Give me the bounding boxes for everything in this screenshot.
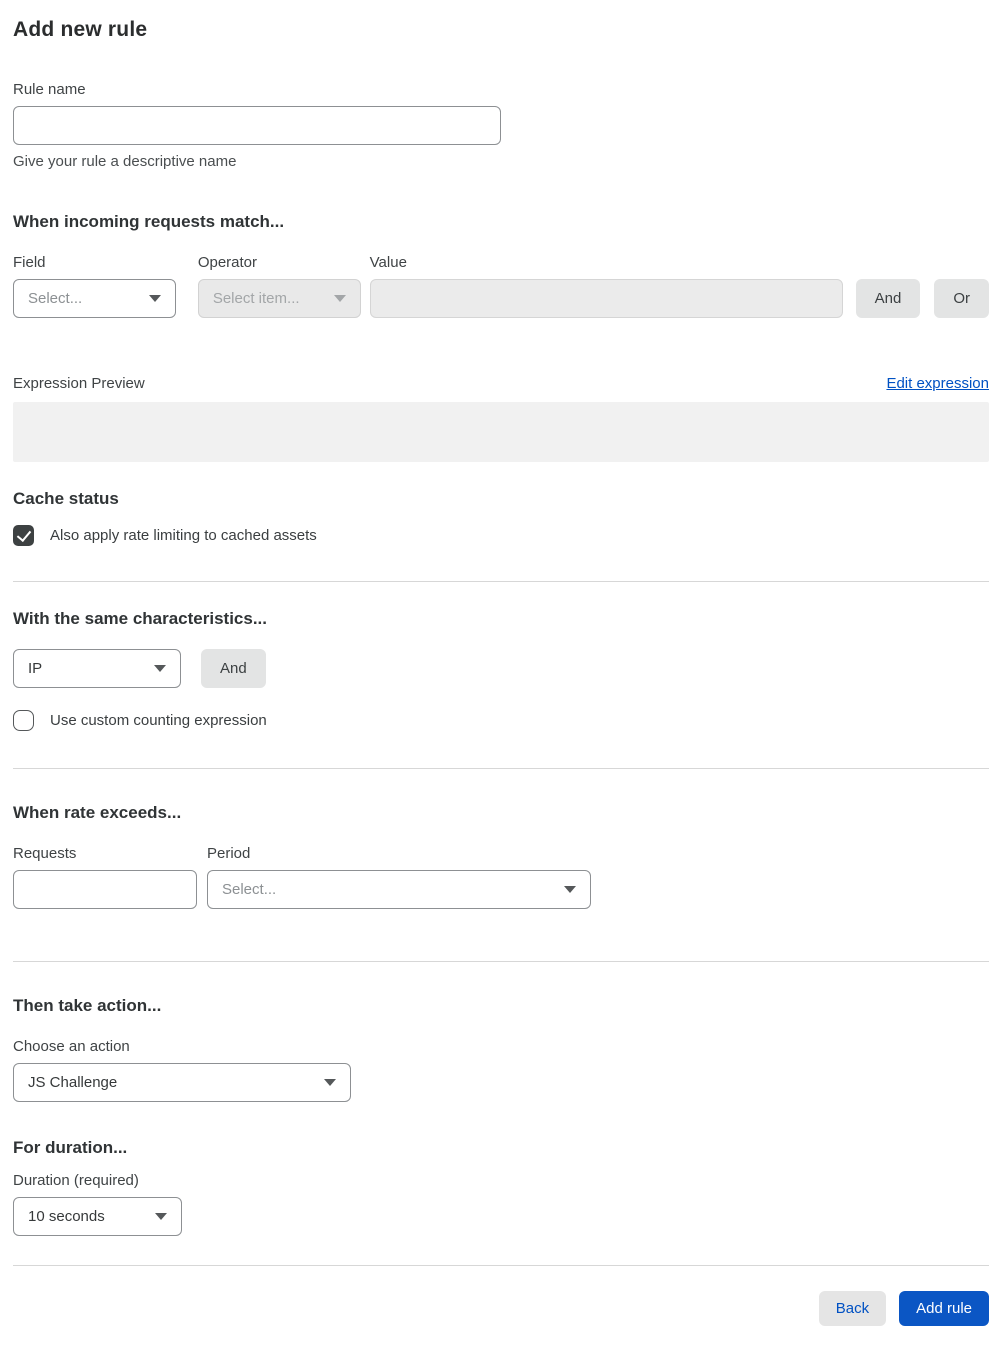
expression-preview-box — [13, 402, 989, 462]
field-label: Field — [13, 254, 46, 271]
duration-select-value: 10 seconds — [28, 1208, 105, 1225]
value-input — [369, 279, 843, 318]
requests-input[interactable] — [13, 870, 197, 909]
expression-preview-row: Expression Preview Edit expression — [13, 375, 989, 392]
rule-name-helper: Give your rule a descriptive name — [13, 153, 237, 170]
back-button[interactable]: Back — [818, 1291, 887, 1326]
rule-name-input[interactable] — [13, 106, 501, 145]
section-divider — [13, 581, 989, 582]
cached-assets-checkbox[interactable] — [13, 525, 34, 546]
footer-divider — [13, 1265, 989, 1266]
page-title: Add new rule — [13, 18, 148, 41]
match-row: Field Select... Operator Select item... … — [13, 254, 989, 318]
match-section: When incoming requests match... Field Se… — [13, 212, 989, 462]
footer-actions: Back Add rule — [13, 1291, 989, 1326]
custom-counting-checkbox-row[interactable]: Use custom counting expression — [13, 710, 989, 731]
add-rule-form: Add new rule Rule name Give your rule a … — [0, 0, 1002, 1346]
add-rule-button[interactable]: Add rule — [899, 1291, 989, 1326]
custom-counting-checkbox-label: Use custom counting expression — [50, 712, 267, 729]
and-or-buttons: And Or — [855, 279, 989, 318]
expression-preview-label: Expression Preview — [13, 375, 145, 392]
value-label: Value — [369, 254, 407, 271]
action-label: Choose an action — [13, 1038, 130, 1055]
period-select-value: Select... — [222, 881, 277, 898]
field-select[interactable]: Select... — [13, 279, 176, 318]
field-select-value: Select... — [28, 290, 83, 307]
operator-select: Select item... — [197, 279, 361, 318]
value-column: Value — [369, 254, 843, 318]
chevron-down-icon — [333, 295, 346, 302]
chevron-down-icon — [564, 886, 576, 893]
characteristics-heading: With the same characteristics... — [13, 609, 268, 628]
operator-select-value: Select item... — [212, 290, 300, 307]
operator-label: Operator — [197, 254, 258, 271]
rate-row: Requests Period Select... — [13, 845, 989, 909]
cached-assets-checkbox-label: Also apply rate limiting to cached asset… — [50, 527, 317, 544]
characteristics-section: With the same characteristics... IP And … — [13, 609, 989, 731]
cache-status-section: Cache status Also apply rate limiting to… — [13, 489, 989, 546]
duration-label: Duration (required) — [13, 1172, 139, 1189]
cached-assets-checkbox-row[interactable]: Also apply rate limiting to cached asset… — [13, 525, 989, 546]
match-section-heading: When incoming requests match... — [13, 212, 285, 231]
or-button[interactable]: Or — [934, 279, 989, 318]
edit-expression-link[interactable]: Edit expression — [886, 375, 989, 392]
operator-column: Operator Select item... — [197, 254, 361, 318]
chevron-down-icon — [155, 1213, 167, 1220]
section-divider — [13, 768, 989, 769]
action-heading: Then take action... — [13, 996, 162, 1015]
duration-select[interactable]: 10 seconds — [13, 1197, 182, 1236]
characteristic-select-value: IP — [28, 660, 43, 677]
custom-counting-checkbox[interactable] — [13, 710, 34, 731]
action-section: Then take action... Choose an action JS … — [13, 996, 989, 1102]
characteristic-select[interactable]: IP — [13, 649, 181, 688]
chevron-down-icon — [324, 1079, 336, 1086]
action-select[interactable]: JS Challenge — [13, 1063, 351, 1102]
duration-heading: For duration... — [13, 1138, 128, 1157]
rate-section: When rate exceeds... Requests Period Sel… — [13, 803, 989, 909]
rate-heading: When rate exceeds... — [13, 803, 182, 822]
chevron-down-icon — [148, 295, 161, 302]
requests-label: Requests — [13, 845, 77, 862]
rule-name-label: Rule name — [13, 81, 86, 98]
characteristics-row: IP And — [13, 649, 989, 688]
section-divider — [13, 961, 989, 962]
rule-name-group: Rule name Give your rule a descriptive n… — [13, 81, 989, 170]
period-select[interactable]: Select... — [207, 870, 591, 909]
requests-column: Requests — [13, 845, 197, 909]
period-label: Period — [207, 845, 251, 862]
field-column: Field Select... — [13, 254, 176, 318]
chevron-down-icon — [154, 665, 166, 672]
action-select-value: JS Challenge — [28, 1074, 118, 1091]
characteristics-and-button[interactable]: And — [201, 649, 266, 688]
duration-section: For duration... Duration (required) 10 s… — [13, 1138, 989, 1236]
and-button[interactable]: And — [855, 279, 921, 318]
cache-status-heading: Cache status — [13, 489, 119, 508]
period-column: Period Select... — [207, 845, 591, 909]
